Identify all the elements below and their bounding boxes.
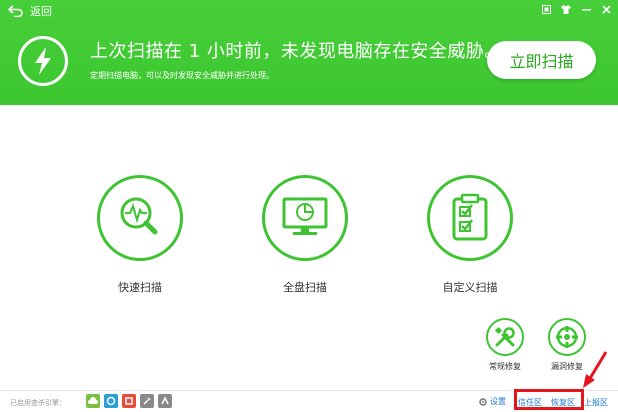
bitdefender-engine-icon[interactable] [122,394,136,408]
full-scan-option[interactable]: 全盘扫描 [260,175,350,295]
report-zone-link[interactable]: 上报区 [584,397,608,408]
minimize-icon[interactable] [580,3,592,15]
scan-status-headline: 上次扫描在 1 小时前，未发现电脑存在安全威胁。 [90,41,503,62]
quick-scan-option[interactable]: 快速扫描 [95,175,185,295]
cloud-engine-icon[interactable] [86,394,100,408]
quick-scan-label: 快速扫描 [118,281,162,294]
restore-icon[interactable] [540,3,552,15]
gear-icon [479,397,487,406]
back-button[interactable]: 返回 [8,3,52,19]
general-repair-label: 常规修复 [489,362,521,371]
scan-now-button[interactable]: 立即扫描 [487,41,596,79]
custom-scan-option[interactable]: 自定义扫描 [425,175,515,295]
window-controls [540,3,612,15]
full-scan-icon [262,175,348,261]
lightning-bolt-icon [18,36,68,86]
scan-status-subline: 定期扫描电脑，可以及时发现安全威胁并进行处理。 [90,71,274,80]
close-icon[interactable] [600,3,612,15]
annotation-arrow-icon [583,351,608,388]
custom-scan-icon [427,175,513,261]
highlight-box [514,389,584,410]
avira-engine-icon[interactable] [158,394,172,408]
settings-link[interactable]: 设置 [478,396,506,407]
qvm-engine-icon[interactable] [104,394,118,408]
engines-label: 已启用查杀引擎： [10,399,66,407]
back-arrow-icon [8,5,23,17]
skin-icon[interactable] [560,3,572,15]
settings-label: 设置 [490,397,506,406]
back-label: 返回 [30,5,52,18]
general-repair-option[interactable]: 常规修复 [475,318,535,372]
full-scan-label: 全盘扫描 [283,281,327,294]
custom-scan-label: 自定义扫描 [442,281,498,294]
system-repair-engine-icon[interactable] [140,394,154,408]
quick-scan-icon [97,175,183,261]
repair-icon [486,318,524,356]
header-banner: 返回 上次扫描在 1 小时前，未发现电脑存在安全威胁。 定期扫描电脑，可以及时发… [0,0,618,105]
